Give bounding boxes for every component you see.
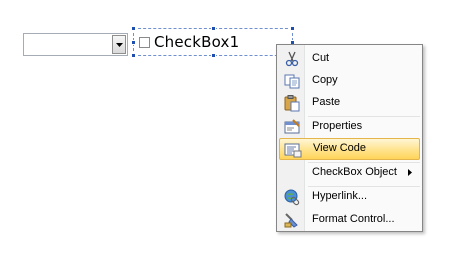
menu-item-paste[interactable]: Paste: [279, 92, 420, 114]
resize-handle-left[interactable]: [131, 40, 136, 45]
checkbox-square[interactable]: [139, 37, 150, 48]
menu-item-label: Paste: [312, 96, 341, 108]
combo-dropdown-button[interactable]: [112, 35, 126, 54]
scissors-icon: [285, 51, 299, 67]
checkbox-control[interactable]: CheckBox1: [131, 26, 295, 58]
menu-item-label: Format Control...: [312, 213, 395, 225]
checkbox-label: CheckBox1: [154, 33, 240, 51]
copy-icon: [284, 74, 300, 89]
chevron-down-icon: [116, 43, 123, 47]
view-code-icon: [284, 143, 302, 158]
properties-icon: [284, 119, 300, 134]
menu-item-checkbox-object[interactable]: CheckBox Object: [279, 162, 420, 184]
menu-item-format-control[interactable]: Format Control...: [279, 209, 420, 231]
menu-item-label: Hyperlink...: [312, 190, 368, 202]
menu-item-properties[interactable]: Properties: [279, 116, 420, 138]
resize-handle-top-left[interactable]: [131, 26, 136, 31]
menu-item-label: Properties: [312, 120, 363, 132]
resize-handle-bottom[interactable]: [211, 53, 216, 58]
menu-item-copy[interactable]: Copy: [279, 70, 420, 92]
resize-handle-top[interactable]: [211, 26, 216, 31]
resize-handle-bottom-left[interactable]: [131, 53, 136, 58]
menu-item-label: Cut: [312, 52, 330, 64]
menu-item-hyperlink[interactable]: Hyperlink...: [279, 186, 420, 208]
submenu-arrow-icon: [408, 169, 412, 176]
menu-item-view-code[interactable]: View Code: [279, 138, 420, 160]
menu-item-label: View Code: [313, 142, 366, 154]
hyperlink-icon: [284, 189, 300, 206]
resize-handle-top-right[interactable]: [290, 26, 295, 31]
paste-icon: [284, 95, 300, 112]
menu-item-label: Copy: [312, 74, 338, 86]
format-control-icon: [284, 213, 298, 228]
menu-item-label: CheckBox Object: [312, 166, 397, 178]
combo-box[interactable]: [23, 33, 128, 56]
menu-item-cut[interactable]: Cut: [279, 48, 420, 70]
context-menu: Cut Copy Paste Properties View Code Chec…: [276, 44, 423, 232]
